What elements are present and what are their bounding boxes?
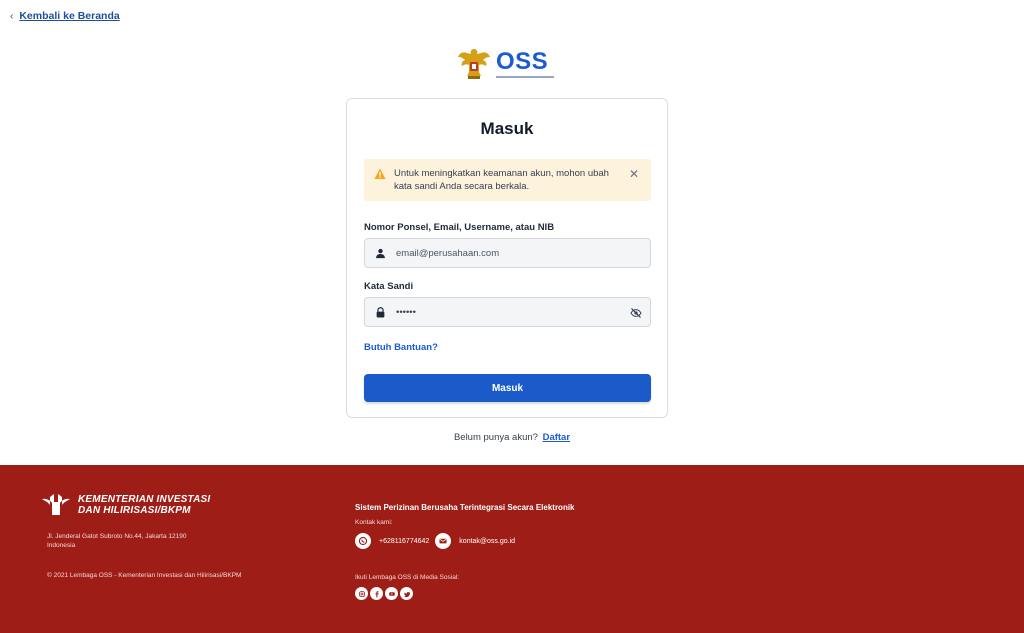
password-input[interactable] — [396, 306, 616, 318]
oss-wordmark: OSS — [496, 47, 549, 75]
ministry-name-line1: KEMENTERIAN INVESTASI — [78, 494, 211, 505]
instagram-icon[interactable] — [355, 587, 368, 600]
contact-list: +628116774642 kontak@oss.go.id — [355, 533, 521, 549]
contact-phone[interactable]: +628116774642 — [379, 538, 429, 545]
password-label: Kata Sandi — [364, 281, 414, 292]
whatsapp-icon[interactable] — [355, 533, 371, 549]
alert-message: Untuk meningkatkan keamanan akun, mohon … — [394, 168, 609, 192]
youtube-icon[interactable] — [385, 587, 398, 600]
chevron-left-icon: ‹ — [10, 10, 14, 22]
footer: KEMENTERIAN INVESTASI DAN HILIRISASI/BKP… — [0, 465, 1024, 633]
facebook-icon[interactable] — [370, 587, 383, 600]
twitter-icon[interactable] — [400, 587, 413, 600]
signup-link[interactable]: Daftar — [543, 432, 570, 443]
social-label: Ikuti Lembaga OSS di Media Sosial: — [355, 574, 460, 581]
oss-logo: OSS — [456, 45, 554, 81]
ministry-emblem-icon — [42, 494, 70, 515]
back-link-container: ‹ Kembali ke Beranda — [10, 10, 120, 22]
system-title: Sistem Perizinan Berusaha Terintegrasi S… — [355, 503, 575, 512]
warning-icon — [374, 168, 386, 179]
close-icon[interactable]: ✕ — [629, 167, 639, 181]
address-line2: Indonesia — [47, 542, 76, 549]
user-icon — [376, 248, 385, 258]
ministry-address: Jl. Jenderal Gatot Subroto No.44, Jakart… — [47, 532, 186, 550]
contact-email[interactable]: kontak@oss.go.id — [459, 538, 515, 545]
login-submit-button[interactable]: Masuk — [364, 374, 651, 402]
signup-text: Belum punya akun? — [453, 432, 538, 443]
social-links — [355, 587, 413, 600]
ministry-logo: KEMENTERIAN INVESTASI DAN HILIRISASI/BKP… — [40, 493, 210, 517]
identifier-input[interactable] — [396, 247, 616, 259]
ministry-name-line2: DAN HILIRISASI/BKPM — [78, 505, 191, 516]
security-alert: Untuk meningkatkan keamanan akun, mohon … — [364, 159, 651, 201]
password-field — [364, 297, 651, 327]
login-title: Masuk — [480, 119, 534, 138]
oss-tagline-line — [496, 75, 554, 78]
identifier-field — [364, 238, 651, 268]
help-link[interactable]: Butuh Bantuan? — [364, 342, 438, 353]
garuda-emblem-icon — [458, 49, 490, 79]
signup-prompt: Belum punya akun? Daftar — [0, 432, 1024, 443]
identifier-label: Nomor Ponsel, Email, Username, atau NIB — [364, 222, 555, 233]
eye-off-icon[interactable] — [630, 307, 642, 319]
login-card: Masuk Untuk meningkatkan keamanan akun, … — [346, 98, 668, 418]
mail-icon[interactable] — [435, 533, 452, 549]
address-line1: Jl. Jenderal Gatot Subroto No.44, Jakart… — [47, 533, 187, 540]
copyright: © 2021 Lembaga OSS - Kementerian Investa… — [47, 572, 242, 579]
contact-label: Kontak kami: — [355, 519, 393, 526]
back-to-home-link[interactable]: Kembali ke Beranda — [19, 10, 119, 22]
lock-icon — [376, 306, 385, 317]
